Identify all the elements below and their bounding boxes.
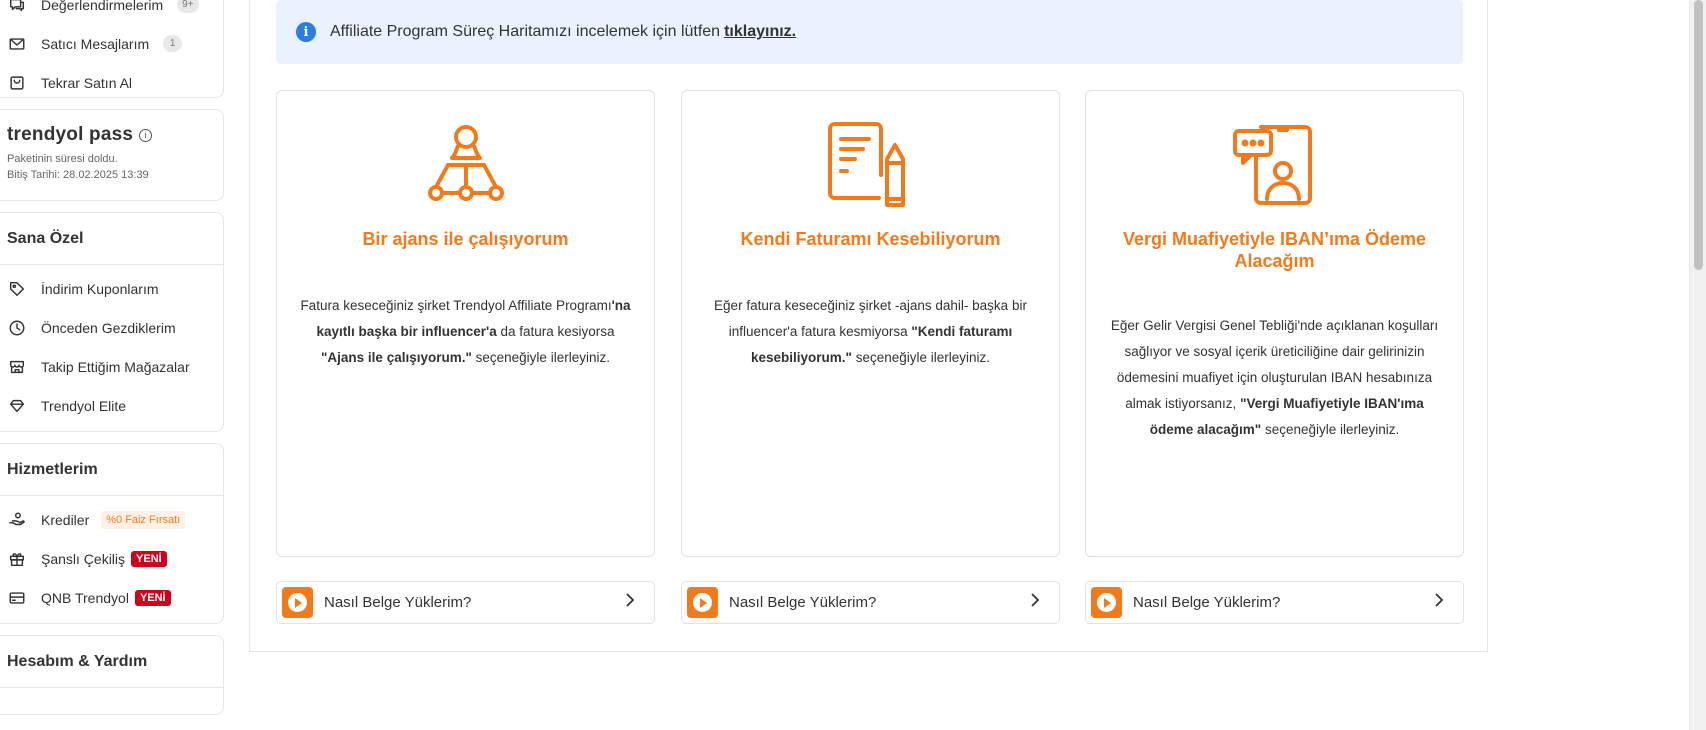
sidebar-item-label: Tekrar Satın Al bbox=[41, 74, 133, 91]
play-icon bbox=[687, 587, 718, 618]
sidebar-item-coupons[interactable]: İndirim Kuponlarım bbox=[0, 269, 223, 308]
sidebar-account-card: Hesabım & Yardım bbox=[0, 635, 224, 715]
sidebar-item-history[interactable]: Önceden Gezdiklerim bbox=[0, 308, 223, 347]
howto-upload-button-agency[interactable]: Nasıl Belge Yüklerim? bbox=[276, 581, 655, 624]
sidebar-item-label: Krediler bbox=[41, 511, 90, 528]
page-scrollbar[interactable] bbox=[1689, 0, 1706, 730]
card-icon bbox=[8, 589, 26, 607]
sidebar-item-qnb[interactable]: QNB Trendyol YENİ bbox=[0, 578, 223, 617]
sidebar-item-followed-stores[interactable]: Takip Ettiğim Mağazalar bbox=[0, 347, 223, 386]
sidebar-orders-card: Değerlendirmelerim 9+ Satıcı Mesajlarım … bbox=[0, 0, 224, 98]
sidebar-item-label: Değerlendirmelerim bbox=[41, 0, 164, 13]
sidebar-item-label: Takip Ettiğim Mağazalar bbox=[41, 358, 190, 375]
sidebar-item-seller-messages[interactable]: Satıcı Mesajlarım 1 bbox=[0, 24, 223, 63]
agency-network-icon bbox=[427, 125, 504, 201]
card-title: Bir ajans ile çalışıyorum bbox=[362, 229, 569, 249]
new-badge: YENİ bbox=[131, 550, 167, 567]
howto-upload-button-own-invoice[interactable]: Nasıl Belge Yüklerim? bbox=[681, 581, 1060, 624]
comment-review-icon bbox=[8, 0, 26, 14]
play-icon bbox=[1091, 587, 1122, 618]
sidebar-item-label: Satıcı Mesajlarım bbox=[41, 35, 150, 52]
promo-tag: %0 Faiz Fırsatı bbox=[101, 510, 186, 529]
howto-label: Nasıl Belge Yüklerim? bbox=[324, 594, 472, 611]
howto-label: Nasıl Belge Yüklerim? bbox=[729, 594, 877, 611]
option-card-own-invoice[interactable]: Kendi Faturamı Kesebiliyorum Eğer fatura… bbox=[681, 90, 1060, 557]
info-icon: i bbox=[296, 22, 316, 42]
scrollbar-thumb[interactable] bbox=[1694, 0, 1703, 270]
mail-icon bbox=[8, 35, 26, 53]
pass-title: trendyol pass i bbox=[7, 124, 211, 146]
trendyol-pass-card[interactable]: trendyol pass i Paketinin süresi doldu. … bbox=[0, 109, 224, 201]
sidebar-item-lottery[interactable]: Şanslı Çekiliş YENİ bbox=[0, 539, 223, 578]
sidebar-item-label: Önceden Gezdiklerim bbox=[41, 319, 176, 336]
new-badge: YENİ bbox=[134, 589, 171, 606]
process-map-link[interactable]: tıklayınız. bbox=[724, 23, 796, 41]
sidebar-item-credits[interactable]: Krediler %0 Faiz Fırsatı bbox=[0, 500, 223, 539]
store-icon bbox=[8, 358, 26, 376]
card-description: Eğer Gelir Vergisi Genel Tebliği'nde açı… bbox=[1110, 318, 1439, 437]
chevron-right-icon bbox=[1029, 593, 1041, 612]
diamond-icon bbox=[8, 397, 26, 415]
bag-icon bbox=[8, 74, 26, 92]
howto-upload-button-tax-exempt[interactable]: Nasıl Belge Yüklerim? bbox=[1085, 581, 1464, 624]
pass-title-text: trendyol pass bbox=[7, 124, 134, 145]
sidebar-services-card: Hizmetlerim Krediler %0 Faiz Fırsatı Şan… bbox=[0, 443, 224, 624]
sidebar-item-elite[interactable]: Trendyol Elite bbox=[0, 386, 223, 425]
info-banner-text: Affiliate Program Süreç Haritamızı incel… bbox=[330, 23, 721, 40]
chevron-right-icon bbox=[624, 593, 636, 612]
sidebar: Değerlendirmelerim 9+ Satıcı Mesajlarım … bbox=[0, 0, 224, 726]
sidebar-item-label: İndirim Kuponlarım bbox=[41, 280, 159, 297]
info-banner: i Affiliate Program Süreç Haritamızı inc… bbox=[276, 0, 1463, 64]
pass-end-date: Bitiş Tarihi: 28.02.2025 13:39 bbox=[7, 169, 149, 181]
option-card-tax-exempt[interactable]: Vergi Muafiyetiyle IBAN’ıma Ödeme Alacağ… bbox=[1085, 90, 1464, 557]
card-title: Vergi Muafiyetiyle IBAN’ıma Ödeme Alacağ… bbox=[1122, 229, 1427, 271]
option-card-agency[interactable]: Bir ajans ile çalışıyorum Fatura keseceğ… bbox=[276, 90, 655, 557]
affiliate-main-panel: i Affiliate Program Süreç Haritamızı inc… bbox=[249, 0, 1488, 652]
info-icon[interactable]: i bbox=[139, 128, 153, 142]
sidebar-item-label: Şanslı Çekiliş bbox=[41, 550, 126, 567]
sidebar-item-label: Trendyol Elite bbox=[41, 397, 127, 414]
sidebar-item-reviews[interactable]: Değerlendirmelerim 9+ bbox=[0, 0, 223, 24]
gift-icon bbox=[8, 550, 26, 568]
section-title: Sana Özel bbox=[0, 213, 223, 265]
clock-icon bbox=[8, 319, 26, 337]
count-badge: 9+ bbox=[177, 0, 199, 13]
section-title: Hizmetlerim bbox=[0, 444, 223, 496]
invoice-pen-icon bbox=[827, 122, 905, 207]
count-badge: 1 bbox=[163, 35, 183, 52]
howto-label: Nasıl Belge Yüklerim? bbox=[1133, 594, 1281, 611]
chevron-right-icon bbox=[1433, 593, 1445, 612]
card-title: Kendi Faturamı Kesebiliyorum bbox=[740, 229, 1001, 249]
sidebar-item-label: QNB Trendyol bbox=[41, 589, 129, 606]
card-description: Fatura keseceğiniz şirket Trendyol Affil… bbox=[300, 298, 631, 365]
card-description: Eğer fatura keseceğiniz şirket -ajans da… bbox=[714, 298, 1027, 365]
tag-icon bbox=[8, 280, 26, 298]
sidebar-item-buy-again[interactable]: Tekrar Satın Al bbox=[0, 63, 223, 102]
play-icon bbox=[282, 587, 313, 618]
sidebar-special-card: Sana Özel İndirim Kuponlarım Önceden Gez… bbox=[0, 212, 224, 432]
phone-chat-user-icon bbox=[1232, 125, 1312, 205]
section-title: Hesabım & Yardım bbox=[0, 636, 223, 688]
coins-hand-icon bbox=[8, 511, 26, 529]
